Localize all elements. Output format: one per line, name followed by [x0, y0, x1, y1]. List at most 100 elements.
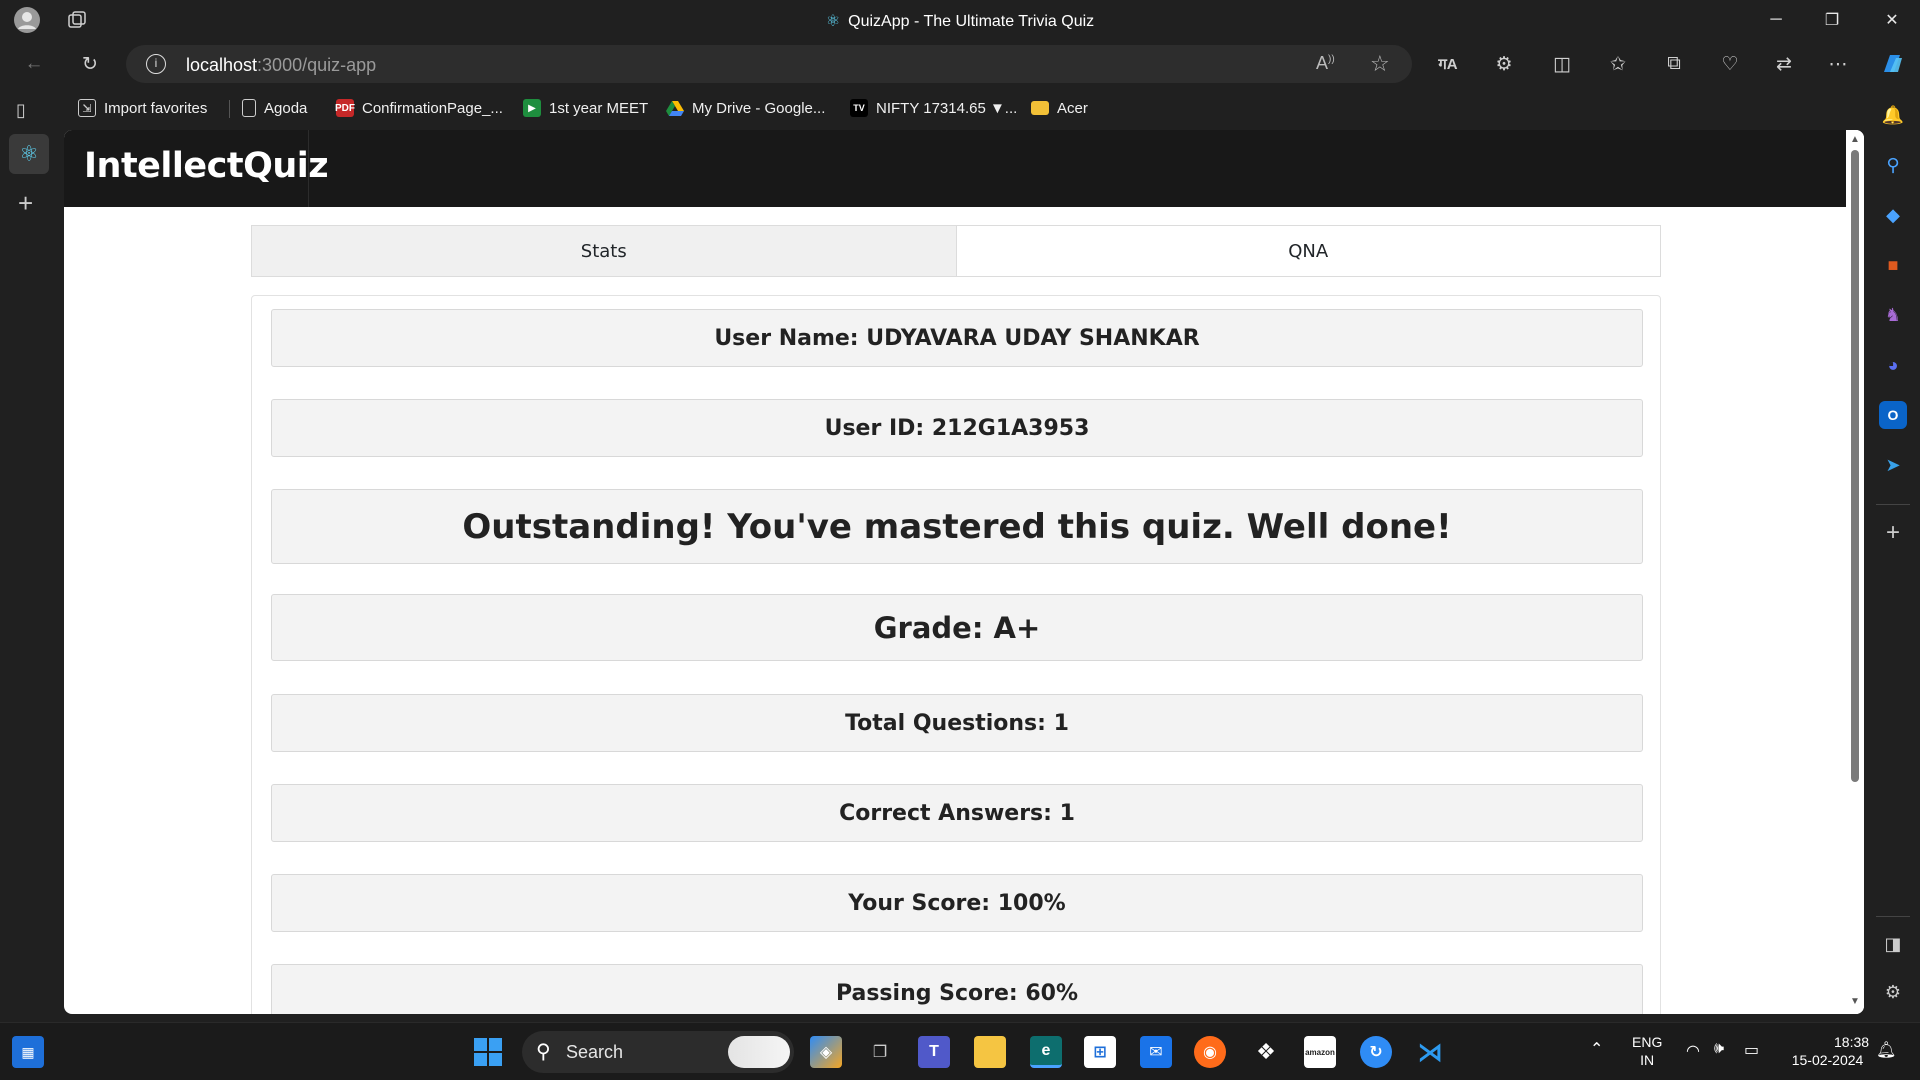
tray-overflow-chevron-icon[interactable]: ⌃: [1590, 1039, 1603, 1059]
wifi-icon[interactable]: ◠: [1686, 1041, 1700, 1061]
more-menu-icon[interactable]: ⋯: [1820, 48, 1856, 80]
sync-app-icon[interactable]: ↻: [1360, 1036, 1392, 1068]
react-favicon-icon: ⚛: [825, 13, 841, 30]
quiz-tabs: Stats QNA: [251, 225, 1661, 277]
favorite-acer[interactable]: Acer: [1031, 96, 1088, 120]
refresh-icon[interactable]: ↻: [72, 48, 108, 80]
favorite-my-drive[interactable]: My Drive - Google...: [666, 96, 825, 120]
edge-browser-icon[interactable]: e: [1030, 1036, 1062, 1068]
task-view-icon[interactable]: ❐: [864, 1036, 896, 1068]
close-button[interactable]: ✕: [1864, 0, 1920, 40]
favorite-import[interactable]: ⇲ Import favorites: [78, 96, 207, 120]
stats-card: User Name: UDYAVARA UDAY SHANKAR User ID…: [251, 295, 1661, 1014]
page-viewport: IntellectQuiz Stats QNA User Name: UDYAV…: [64, 130, 1864, 1014]
file-explorer-icon[interactable]: [974, 1036, 1006, 1068]
translate-icon[interactable]: गA: [1430, 48, 1466, 80]
vertical-tab-strip: ▯ ⚛ +: [0, 88, 60, 1018]
drive-icon: [666, 99, 684, 117]
games-icon[interactable]: ♞: [1879, 301, 1907, 329]
favorite-agoda[interactable]: Agoda: [242, 96, 307, 120]
edge-sidebar: 🔔 ⚲ ◆ ■ ♞ ◕ O ➤ + ◨ ⚙: [1866, 88, 1920, 1018]
firefox-icon[interactable]: ◉: [1194, 1036, 1226, 1068]
page-scrollbar[interactable]: ▲ ▼: [1846, 130, 1864, 1014]
clock[interactable]: 18:38 15-02-2024: [1786, 1033, 1869, 1069]
address-bar[interactable]: i localhost:3000/quiz-app A)) ☆: [126, 45, 1412, 83]
tab-stats[interactable]: Stats: [252, 226, 957, 276]
favorite-star-icon[interactable]: ☆: [1370, 51, 1390, 77]
favorite-nifty[interactable]: TV NIFTY 17314.65 ▼...: [850, 96, 1017, 120]
amazon-icon[interactable]: amazon: [1304, 1036, 1336, 1068]
copilot-sidebar-icon[interactable]: ◕: [1879, 351, 1907, 379]
tools-icon[interactable]: ■: [1879, 251, 1907, 279]
copilot-pre-icon[interactable]: ◈: [810, 1036, 842, 1068]
copilot-icon[interactable]: [1874, 48, 1910, 80]
outlook-icon[interactable]: O: [1879, 401, 1907, 429]
navbar-divider: [308, 130, 309, 207]
widgets-icon[interactable]: ▦: [12, 1036, 44, 1068]
microsoft-store-icon[interactable]: ⊞: [1084, 1036, 1116, 1068]
site-info-icon[interactable]: i: [146, 54, 166, 74]
profile-icon[interactable]: [12, 6, 42, 34]
collections-icon[interactable]: ⧉: [1656, 48, 1692, 80]
tab-react-icon[interactable]: ⚛: [9, 134, 49, 174]
back-arrow-icon[interactable]: ←: [16, 48, 52, 80]
meet-icon: ▶: [523, 99, 541, 117]
search-icon[interactable]: ⚲: [1879, 151, 1907, 179]
share-icon[interactable]: ⇄: [1766, 48, 1802, 80]
favorite-confirmation-page[interactable]: PDF ConfirmationPage_...: [335, 96, 503, 120]
extensions-icon[interactable]: ⚙: [1486, 48, 1522, 80]
browser-title-bar: ⚛ QuizApp - The Ultimate Trivia Quiz ─ ❐ …: [0, 0, 1920, 40]
teams-icon[interactable]: T: [918, 1036, 950, 1068]
dropbox-icon[interactable]: ❖: [1250, 1036, 1282, 1068]
favorites-icon[interactable]: ✩: [1600, 48, 1636, 80]
search-label: Search: [566, 1042, 624, 1062]
favorite-label: Agoda: [264, 99, 308, 117]
clock-date: 15-02-2024: [1791, 1052, 1864, 1068]
app-navbar: IntellectQuiz: [64, 130, 1846, 207]
browser-essentials-icon[interactable]: ♡: [1712, 48, 1748, 80]
favorites-divider: [229, 100, 230, 118]
new-tab-plus-icon[interactable]: +: [18, 188, 33, 219]
region-code: IN: [1640, 1052, 1655, 1068]
correct-answers-row: Correct Answers: 1: [271, 784, 1643, 842]
language-code: ENG: [1632, 1034, 1663, 1050]
restore-button[interactable]: ❐: [1804, 0, 1860, 40]
start-button-icon[interactable]: [472, 1036, 504, 1068]
favorite-label: My Drive - Google...: [692, 99, 826, 117]
tradingview-icon: TV: [850, 99, 868, 117]
user-name-row: User Name: UDYAVARA UDAY SHANKAR: [271, 309, 1643, 367]
shopping-tag-icon[interactable]: ◆: [1879, 201, 1907, 229]
volume-icon[interactable]: 🕪: [1714, 1040, 1724, 1058]
battery-icon[interactable]: ▭: [1744, 1040, 1759, 1060]
taskbar-search[interactable]: ⚲ Search: [522, 1031, 794, 1073]
hide-sidebar-icon[interactable]: ◨: [1879, 930, 1907, 958]
favorite-meet[interactable]: ▶ 1st year MEET: [523, 96, 648, 120]
scroll-up-arrow-icon[interactable]: ▲: [1850, 134, 1860, 145]
passing-score-row: Passing Score: 60%: [271, 964, 1643, 1014]
scrollbar-thumb[interactable]: [1851, 150, 1859, 782]
read-aloud-icon[interactable]: A)): [1316, 53, 1335, 74]
search-magnifier-icon: ⚲: [536, 1041, 551, 1063]
window-title: ⚛ QuizApp - The Ultimate Trivia Quiz: [0, 11, 1920, 31]
mail-icon[interactable]: ✉: [1140, 1036, 1172, 1068]
split-screen-icon[interactable]: ◫: [1544, 48, 1580, 80]
scroll-down-arrow-icon[interactable]: ▼: [1850, 996, 1860, 1007]
tab-qna[interactable]: QNA: [957, 226, 1661, 276]
settings-gear-icon[interactable]: ⚙: [1879, 978, 1907, 1006]
folder-icon: [1031, 101, 1049, 115]
copilot-search-icon[interactable]: [728, 1036, 790, 1068]
brand-logo[interactable]: IntellectQuiz: [84, 146, 329, 186]
user-id-row: User ID: 212G1A3953: [271, 399, 1643, 457]
sidebar-divider: [1876, 504, 1910, 505]
language-indicator[interactable]: ENG IN: [1632, 1033, 1662, 1069]
minimize-button[interactable]: ─: [1748, 0, 1804, 40]
workspaces-icon[interactable]: [62, 6, 92, 34]
notification-bell-icon[interactable]: 🔔: [1879, 101, 1907, 129]
notification-bell-icon[interactable]: 🔔︎: [1876, 1040, 1896, 1060]
add-sidebar-plus-icon[interactable]: +: [1879, 519, 1907, 547]
telegram-icon[interactable]: ➤: [1879, 451, 1907, 479]
tab-actions-icon[interactable]: ▯: [16, 100, 38, 122]
url-text[interactable]: localhost:3000/quiz-app: [186, 55, 376, 76]
your-score-row: Your Score: 100%: [271, 874, 1643, 932]
vscode-icon[interactable]: ⋊: [1414, 1036, 1446, 1068]
